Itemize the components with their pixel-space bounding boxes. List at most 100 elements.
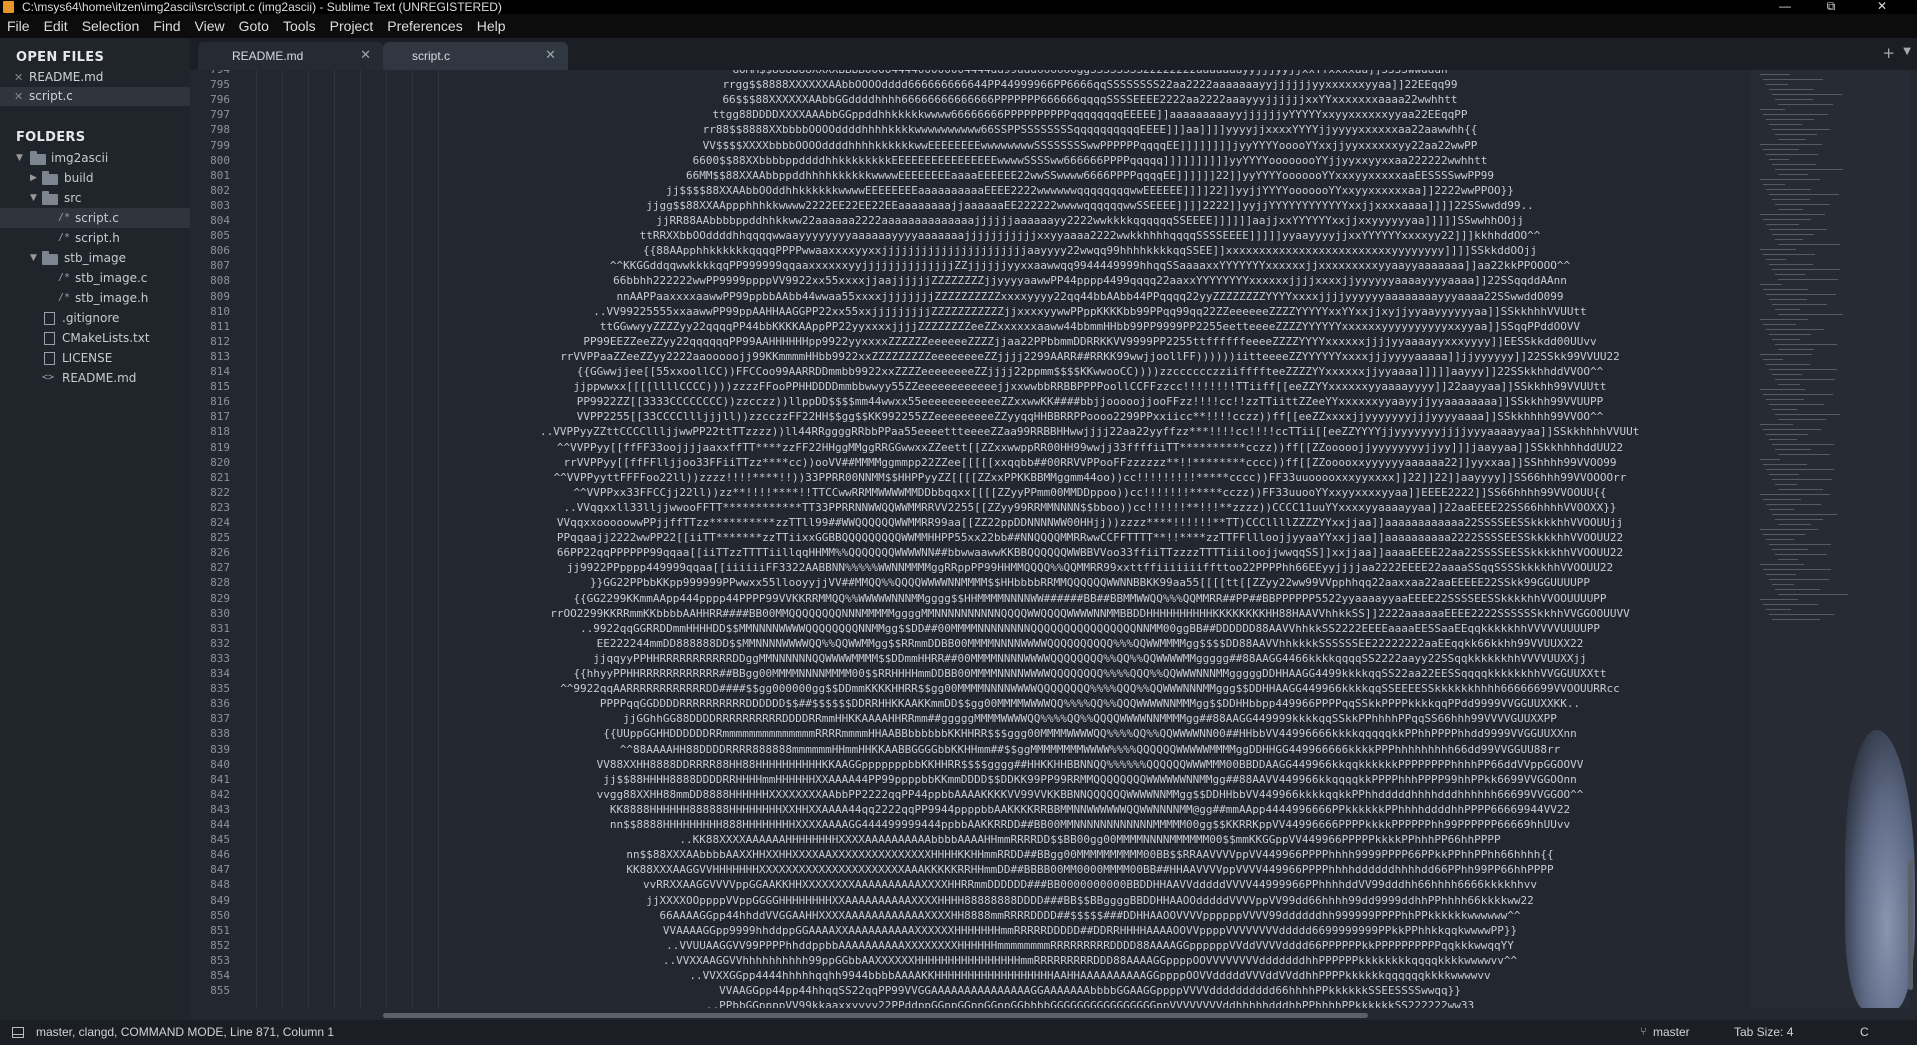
code-line[interactable]: {{88AApphhkkkkkkqqqqPPPPwwaaxxxxyyxxjjjj… xyxy=(540,243,1640,258)
code-line[interactable]: ^^KKGGddqqwwkkkkqqPP999999qqaaxxxxxxyyjj… xyxy=(540,258,1640,273)
code-line[interactable]: 66AAAAGGpp44hhddVVGGAAHHXXXXAAAAAAAAAAAA… xyxy=(540,908,1640,923)
status-branch[interactable]: master xyxy=(1653,1020,1690,1045)
code-line[interactable]: {{GGwwjjee[[55xxoollCC))FFCCoo99AARRDDmm… xyxy=(540,364,1640,379)
vertical-scroll-thumb[interactable] xyxy=(1908,860,1913,990)
code-line[interactable]: KK8888HHHHHH888888HHHHHHHHXXHHXXAAAA44qq… xyxy=(540,802,1640,817)
menu-find[interactable]: Find xyxy=(146,18,187,34)
horizontal-scroll-thumb[interactable] xyxy=(383,1013,1368,1018)
code-line[interactable]: ..KK88XXXXAAAAAAHHHHHHHHXXXXAAAAAAAAAAbb… xyxy=(540,832,1640,847)
code-line[interactable]: jj$$$$88XXAAbbOOddhhkkkkkkwwwwEEEEEEEEaa… xyxy=(540,183,1640,198)
code-line[interactable]: ..PPbbGGppppVV99kkaaxxyyyy22PPddppGGppGG… xyxy=(540,998,1640,1008)
code-line[interactable]: ttgg88DDDDXXXXAAAbbGGppddhhkkkkkwwww6666… xyxy=(540,107,1640,122)
code-line[interactable]: jjppwwxx[[[[llllCCCC))))zzzzFFooPPHHDDDD… xyxy=(540,379,1640,394)
code-line[interactable]: vvgg88XXHH88mmDD8888HHHHHHXXXXXXXXAAbbPP… xyxy=(540,787,1640,802)
close-icon[interactable]: ✕ xyxy=(14,68,23,87)
minimize-button[interactable]: — xyxy=(1762,0,1808,14)
code-line[interactable]: jjgg$$88XXAAppphhhkkwwww2222EE22EE22EEaa… xyxy=(540,198,1640,213)
code-line[interactable]: rrVVPPaaZZeeZZyy2222aaooooojj99KKmmmmHHb… xyxy=(540,349,1640,364)
code-line[interactable]: PPqqaajj2222wwPP22[[iiTT*******zzTTiixxG… xyxy=(540,530,1640,545)
code-line[interactable]: 66bbhh222222wwPP9999ppppVV9922xx55xxxxjj… xyxy=(540,273,1640,288)
code-line[interactable]: ..VV99225555xxaawwPP99ppAAHHAAGGPP22xx55… xyxy=(540,304,1640,319)
close-window-button[interactable]: ✕ xyxy=(1859,0,1905,14)
menu-selection[interactable]: Selection xyxy=(75,18,147,34)
code-line[interactable]: VVqqxxooooowwPPjjffTTzz**********zzTTll9… xyxy=(540,515,1640,530)
open-file-readme[interactable]: ✕ README.md xyxy=(0,68,190,87)
horizontal-scrollbar[interactable] xyxy=(268,1011,1907,1019)
close-icon[interactable]: ✕ xyxy=(14,87,23,106)
code-line[interactable]: ^^VVPPyyttFFFFoo22ll))zzzz!!!!****!!))33… xyxy=(540,470,1640,485)
code-line[interactable]: VVAAGGpp44pp44hhqqSS22qqPP99VVGGAAAAAAAA… xyxy=(540,983,1640,998)
code-line[interactable]: ^^9922qqAARRRRRRRRRRRRDD####$$gg000000gg… xyxy=(540,681,1640,696)
minimap[interactable] xyxy=(1750,70,1915,1008)
tree-file-readme[interactable]: <> README.md xyxy=(0,368,190,388)
code-line[interactable]: rrOO2299KKRRmmKKbbbbAAHHRR####BB00MMQQQQ… xyxy=(540,606,1640,621)
code-line[interactable]: VVPP2255[[33CCCCllljjjll))zzcczzFF22HH$$… xyxy=(540,409,1640,424)
code-line[interactable]: ..VVXXAAGGVVhhhhhhhhhh99ppGGbbAAXXXXXXHH… xyxy=(540,953,1640,968)
code-line[interactable]: ..VVUUAAGGVV99PPPPhhddppbbAAAAAAAAAAXXXX… xyxy=(540,938,1640,953)
editor-pane[interactable]: 7947957967977987998008018028038048058068… xyxy=(190,70,1917,1008)
code-line[interactable]: ..VVqqxxll33lljjwwooFFTT************TT33… xyxy=(540,500,1640,515)
tab-list-icon[interactable]: ▼ xyxy=(1903,46,1911,57)
chevron-down-icon[interactable]: ▼ xyxy=(30,188,37,208)
code-line[interactable]: 6600$$88XXbbbbppddddhhkkkkkkkkEEEEEEEEEE… xyxy=(540,153,1640,168)
code-line[interactable]: ..VVXXGGpp4444hhhhhqqhh9944bbbbAAAAKKHHH… xyxy=(540,968,1640,983)
tree-folder-build[interactable]: ▶ build xyxy=(0,168,190,188)
panel-toggle-icon[interactable] xyxy=(12,1027,24,1038)
tree-file-cmakelists[interactable]: CMakeLists.txt xyxy=(0,328,190,348)
code-line[interactable]: ^^VVPPxx33FFCCjj22ll))zz**!!!!****!!TTCC… xyxy=(540,485,1640,500)
menu-preferences[interactable]: Preferences xyxy=(380,18,469,34)
code-line[interactable]: GOMM$$888888XXXXBBBBOOOO444400000004444d… xyxy=(540,70,1640,77)
tree-file-license[interactable]: LICENSE xyxy=(0,348,190,368)
code-line[interactable]: jjqqyyPPHHRRRRRRRRRRRDDggMMNNNNNNQQWWWWM… xyxy=(540,651,1640,666)
code-line[interactable]: {{hhyyPPHHRRRRRRRRRRRR##BBgg00MMMMNNNNMM… xyxy=(540,666,1640,681)
code-line[interactable]: PPPPqqGGDDDDRRRRRRRRRRDDDDDD$$##$$$$$$DD… xyxy=(540,696,1640,711)
menu-file[interactable]: File xyxy=(0,18,37,34)
code-line[interactable]: jj$$88HHHH8888DDDDRRHHHHmmHHHHHHXXAAAA44… xyxy=(540,772,1640,787)
code-line[interactable]: KK88XXXAAGGVVHHHHHHHXXXXXXXXXXXXXXXXXXXX… xyxy=(540,862,1640,877)
code-line[interactable]: {{GG2299KKmmAApp444pppp44PPPP99VVKKRRMMQ… xyxy=(540,591,1640,606)
menu-edit[interactable]: Edit xyxy=(37,18,75,34)
code-line[interactable]: ttRRXXbbOOddddhhqqqqwwaayyyyyyyyaaaaaayy… xyxy=(540,228,1640,243)
code-line[interactable]: VVAAAAGGpp9999hhddppGGAAAAXXAAAAAAAAAAXX… xyxy=(540,923,1640,938)
menu-help[interactable]: Help xyxy=(470,18,513,34)
code-line[interactable]: 66PP22qqPPPPPP99qqaa[[iiTTzzTTTTiillqqHH… xyxy=(540,545,1640,560)
code-line[interactable]: }}GG22PPbbKKpp999999PPwwxx55llooyyjjVV##… xyxy=(540,575,1640,590)
tree-file-stb-image-c[interactable]: /* stb_image.c xyxy=(0,268,190,288)
code-line[interactable]: vvRRXXAAGGVVVVppGGAAKKHHXXXXXXXXAAAAAAAA… xyxy=(540,877,1640,892)
code-line[interactable]: ^^88AAAAHH88DDDDRRRR888888mmmmmmHHmmHHKK… xyxy=(540,742,1640,757)
new-tab-icon[interactable]: + xyxy=(1882,44,1895,62)
tree-file-script-c[interactable]: /* script.c xyxy=(0,208,190,228)
code-line[interactable]: ^^VVPPyy[[ffFF33oojjjjaaxxffTT****zzFF22… xyxy=(540,440,1640,455)
code-line[interactable]: nnAAPPaaxxxxaawwPP99ppbbAAbb44wwaa55xxxx… xyxy=(540,289,1640,304)
code-line[interactable]: jjGGhhGG88DDDDRRRRRRRRRRDDDDRRmmHHKKAAAA… xyxy=(540,711,1640,726)
code-line[interactable]: 66MM$$88XXAAbbppddhhhhkkkkkkwwwwEEEEEEEE… xyxy=(540,168,1640,183)
code-line[interactable]: ..9922qqGGRRDDmmHHHHDD$$MMNNNNWWWWQQQQQQ… xyxy=(540,621,1640,636)
menu-tools[interactable]: Tools xyxy=(276,18,323,34)
code-line[interactable]: rrgg$$8888XXXXXXAAbbOOOOdddd666666666644… xyxy=(540,77,1640,92)
tree-file-script-h[interactable]: /* script.h xyxy=(0,228,190,248)
code-line[interactable]: jjRR88AAbbbbppddhhkkww22aaaaaa2222aaaaaa… xyxy=(540,213,1640,228)
tree-file-gitignore[interactable]: .gitignore xyxy=(0,308,190,328)
tab-close-icon[interactable]: ✕ xyxy=(545,48,556,63)
code-line[interactable]: EE222244mmDD888888DD$$MMNNNNWWWWQQ%%QQWW… xyxy=(540,636,1640,651)
tab-close-icon[interactable]: ✕ xyxy=(360,48,371,63)
tree-file-stb-image-h[interactable]: /* stb_image.h xyxy=(0,288,190,308)
menu-project[interactable]: Project xyxy=(323,18,381,34)
chevron-down-icon[interactable]: ▼ xyxy=(30,248,37,268)
code-line[interactable]: nn$$88XXXAAbbbbAAXXHHXXHHXXXXAAXXXXXXXXX… xyxy=(540,847,1640,862)
tab-script-c[interactable]: script.c ✕ xyxy=(383,42,568,70)
code-line[interactable]: jj9922PPpppp449999qqaa[[iiiiiiFF3322AABB… xyxy=(540,560,1640,575)
code-line[interactable]: rr88$$8888XXbbbbOOOOddddhhhhkkkkwwwwwwww… xyxy=(540,122,1640,137)
tree-folder-img2ascii[interactable]: ▼ img2ascii xyxy=(0,148,190,168)
code-line[interactable]: ..VVPPyyZZttCCCCllljjwwPP22ttTTzzzz))ll4… xyxy=(540,424,1640,439)
code-line[interactable]: {{UUppGGHHDDDDDDRRmmmmmmmmmmmmmmRRRRmmmm… xyxy=(540,726,1640,741)
code-line[interactable]: rrVVPPyy[[ffFFlljjoo33FFiiTTzz****cc))oo… xyxy=(540,455,1640,470)
code-line[interactable]: jjXXXXOOppppVVppGGGGHHHHHHHHXXAAAAAAAAAA… xyxy=(540,893,1640,908)
tab-readme[interactable]: README.md ✕ xyxy=(198,42,383,70)
tree-folder-src[interactable]: ▼ src xyxy=(0,188,190,208)
code-line[interactable]: VV$$$$XXXXbbbbOOOOddddhhhhkkkkkkwwEEEEEE… xyxy=(540,138,1640,153)
code-line[interactable]: 66$$$88XXXXXXAAbbGGddddhhhh6666666666666… xyxy=(540,92,1640,107)
menu-goto[interactable]: Goto xyxy=(232,18,276,34)
vertical-scrollbar[interactable] xyxy=(1907,70,1915,1008)
line-number-gutter[interactable]: 7947957967977987998008018028038048058068… xyxy=(190,70,268,1008)
